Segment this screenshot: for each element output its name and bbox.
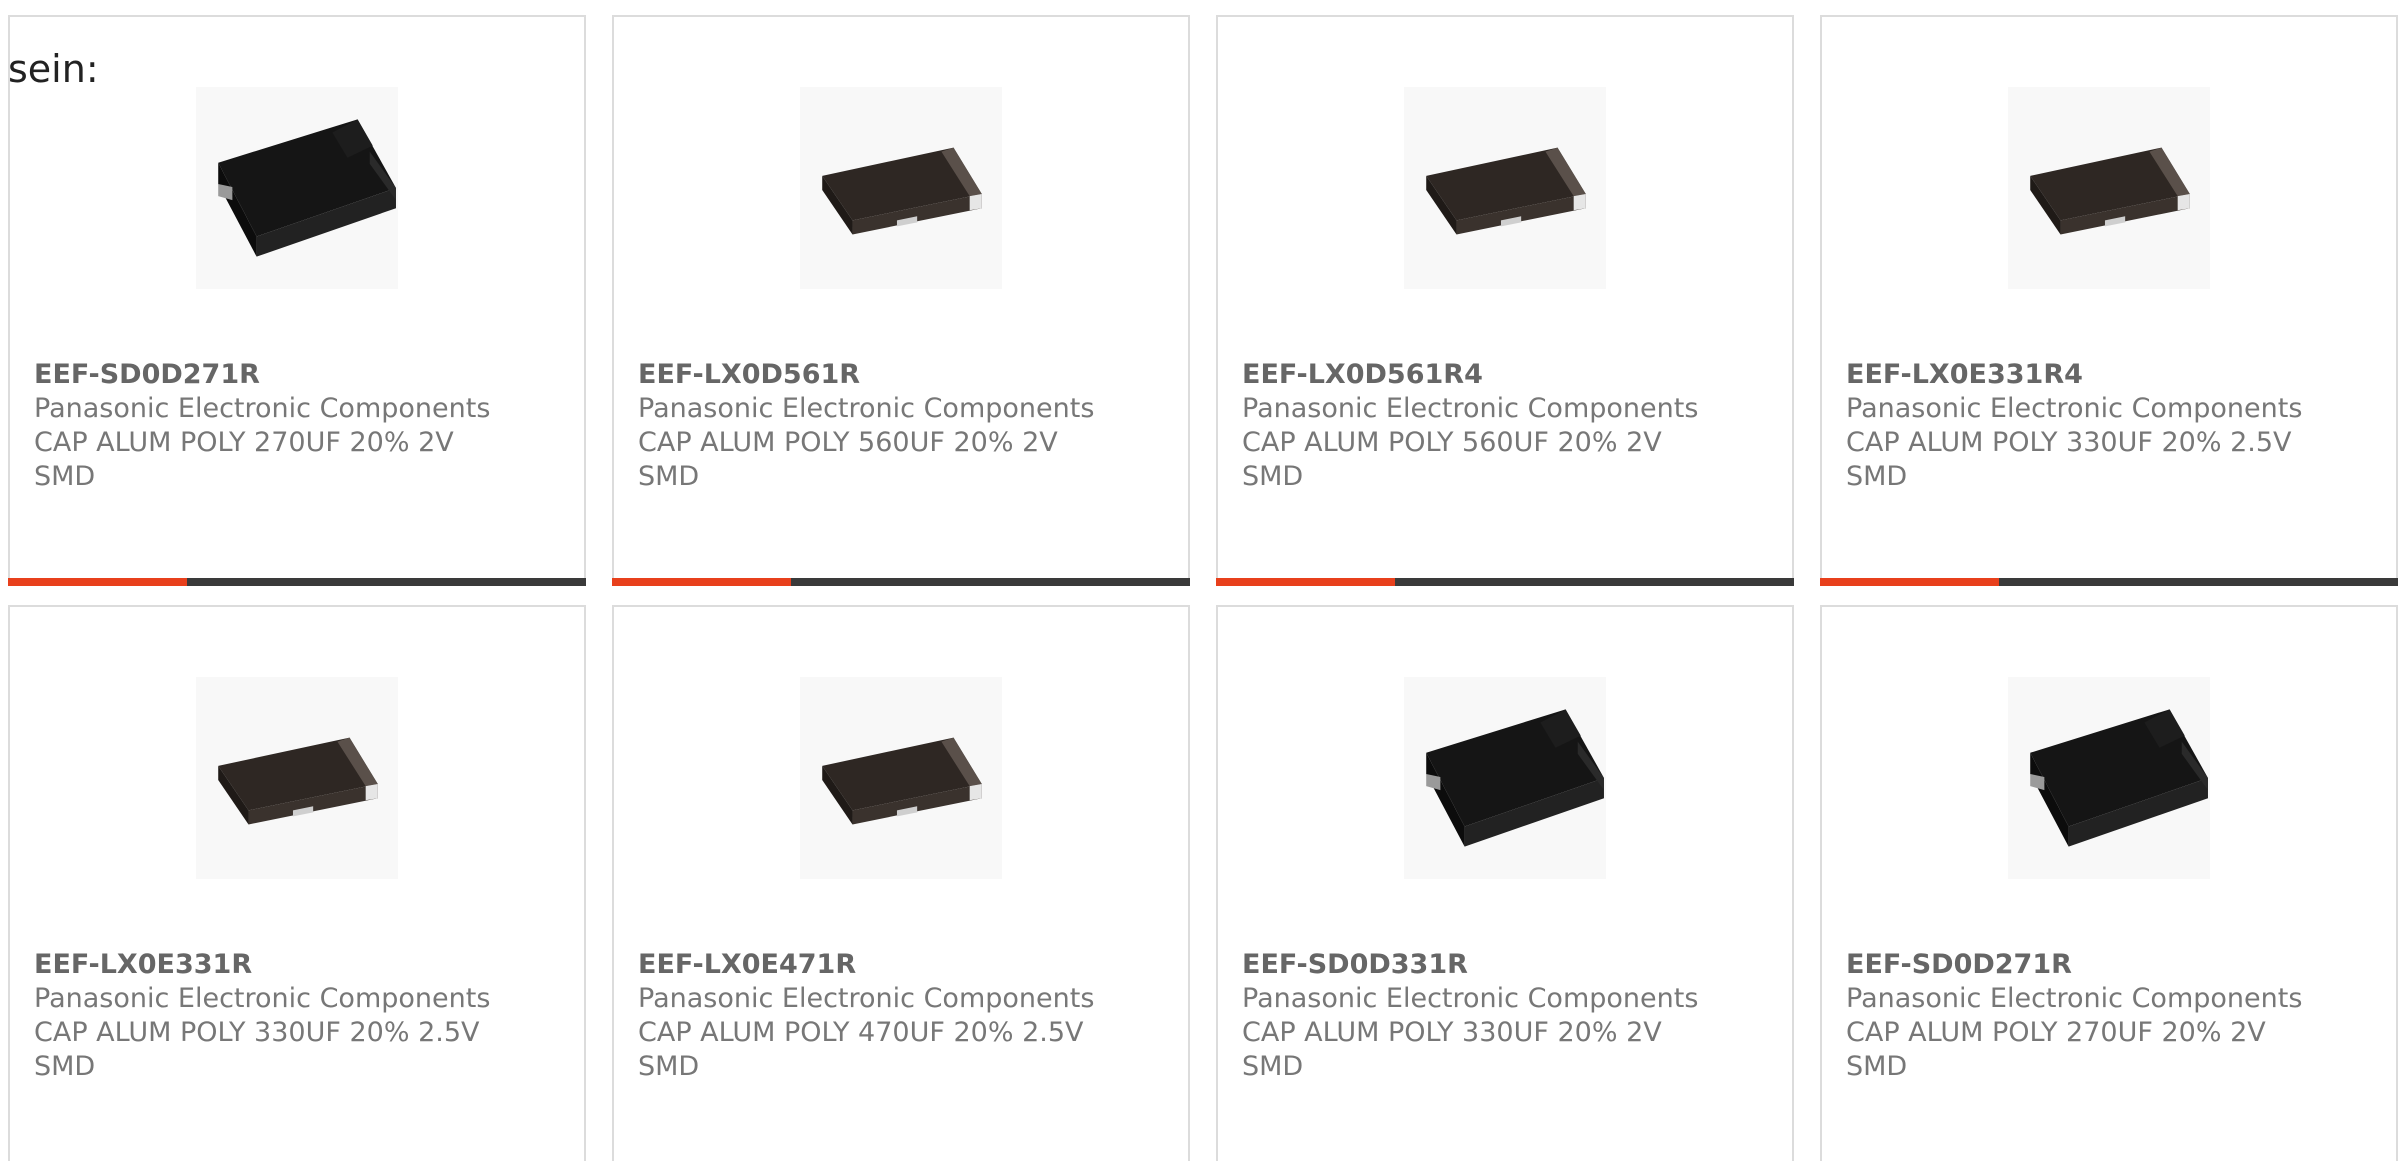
product-card[interactable]: EEF-LX0E331R Panasonic Electronic Compon…: [8, 605, 586, 1161]
description: CAP ALUM POLY 330UF 20% 2V: [1242, 1017, 1662, 1048]
manufacturer: Panasonic Electronic Components: [1846, 393, 2303, 424]
manufacturer: Panasonic Electronic Components: [1242, 983, 1699, 1014]
description: CAP ALUM POLY 330UF 20% 2.5V: [1846, 427, 2292, 458]
description: CAP ALUM POLY 560UF 20% 2V: [638, 427, 1058, 458]
product-card[interactable]: EEF-LX0E331R4 Panasonic Electronic Compo…: [1820, 15, 2398, 586]
product-info: EEF-LX0D561R4 Panasonic Electronic Compo…: [1242, 358, 1772, 494]
package-type: SMD: [1846, 1051, 1908, 1082]
card-progress-fill: [1820, 578, 2000, 586]
part-number[interactable]: EEF-LX0D561R: [638, 358, 1168, 392]
manufacturer: Panasonic Electronic Components: [34, 983, 491, 1014]
capacitor-image[interactable]: [2008, 677, 2210, 879]
product-card[interactable]: EEF-LX0E471R Panasonic Electronic Compon…: [612, 605, 1190, 1161]
capacitor-image[interactable]: [1404, 677, 1606, 879]
package-type: SMD: [638, 461, 700, 492]
part-number[interactable]: EEF-SD0D271R: [34, 358, 564, 392]
part-number[interactable]: EEF-SD0D271R: [1846, 948, 2376, 982]
capacitor-image[interactable]: [196, 677, 398, 879]
product-info: EEF-LX0D561R Panasonic Electronic Compon…: [638, 358, 1168, 494]
package-type: SMD: [638, 1051, 700, 1082]
card-progress-bar: [1216, 578, 1794, 586]
package-type: SMD: [1242, 1051, 1304, 1082]
part-number[interactable]: EEF-LX0E471R: [638, 948, 1168, 982]
product-info: EEF-LX0E331R Panasonic Electronic Compon…: [34, 948, 564, 1084]
product-info: EEF-SD0D331R Panasonic Electronic Compon…: [1242, 948, 1772, 1084]
part-number[interactable]: EEF-SD0D331R: [1242, 948, 1772, 982]
card-progress-fill: [8, 578, 188, 586]
card-progress-fill: [612, 578, 792, 586]
product-info: EEF-SD0D271R Panasonic Electronic Compon…: [1846, 948, 2376, 1084]
product-card[interactable]: EEF-LX0D561R Panasonic Electronic Compon…: [612, 15, 1190, 586]
product-grid-page: sein: EEF-SD0D271R Panasonic Electronic …: [0, 0, 2400, 1161]
product-card[interactable]: EEF-LX0D561R4 Panasonic Electronic Compo…: [1216, 15, 1794, 586]
product-card[interactable]: EEF-SD0D331R Panasonic Electronic Compon…: [1216, 605, 1794, 1161]
description: CAP ALUM POLY 270UF 20% 2V: [34, 427, 454, 458]
capacitor-image[interactable]: [800, 87, 1002, 289]
package-type: SMD: [1846, 461, 1908, 492]
card-progress-bar: [1820, 578, 2398, 586]
manufacturer: Panasonic Electronic Components: [638, 393, 1095, 424]
manufacturer: Panasonic Electronic Components: [34, 393, 491, 424]
product-card[interactable]: EEF-SD0D271R Panasonic Electronic Compon…: [8, 15, 586, 586]
part-number[interactable]: EEF-LX0D561R4: [1242, 358, 1772, 392]
product-info: EEF-LX0E331R4 Panasonic Electronic Compo…: [1846, 358, 2376, 494]
package-type: SMD: [34, 1051, 96, 1082]
capacitor-image[interactable]: [2008, 87, 2210, 289]
card-progress-fill: [1216, 578, 1396, 586]
part-number[interactable]: EEF-LX0E331R: [34, 948, 564, 982]
part-number[interactable]: EEF-LX0E331R4: [1846, 358, 2376, 392]
package-type: SMD: [1242, 461, 1304, 492]
section-heading: sein:: [8, 47, 99, 91]
capacitor-image[interactable]: [800, 677, 1002, 879]
description: CAP ALUM POLY 470UF 20% 2.5V: [638, 1017, 1084, 1048]
manufacturer: Panasonic Electronic Components: [1242, 393, 1699, 424]
product-info: EEF-LX0E471R Panasonic Electronic Compon…: [638, 948, 1168, 1084]
capacitor-image[interactable]: [1404, 87, 1606, 289]
capacitor-image[interactable]: [196, 87, 398, 289]
card-progress-bar: [612, 578, 1190, 586]
product-info: EEF-SD0D271R Panasonic Electronic Compon…: [34, 358, 564, 494]
manufacturer: Panasonic Electronic Components: [638, 983, 1095, 1014]
description: CAP ALUM POLY 560UF 20% 2V: [1242, 427, 1662, 458]
description: CAP ALUM POLY 270UF 20% 2V: [1846, 1017, 2266, 1048]
manufacturer: Panasonic Electronic Components: [1846, 983, 2303, 1014]
card-progress-bar: [8, 578, 586, 586]
product-card[interactable]: EEF-SD0D271R Panasonic Electronic Compon…: [1820, 605, 2398, 1161]
package-type: SMD: [34, 461, 96, 492]
description: CAP ALUM POLY 330UF 20% 2.5V: [34, 1017, 480, 1048]
